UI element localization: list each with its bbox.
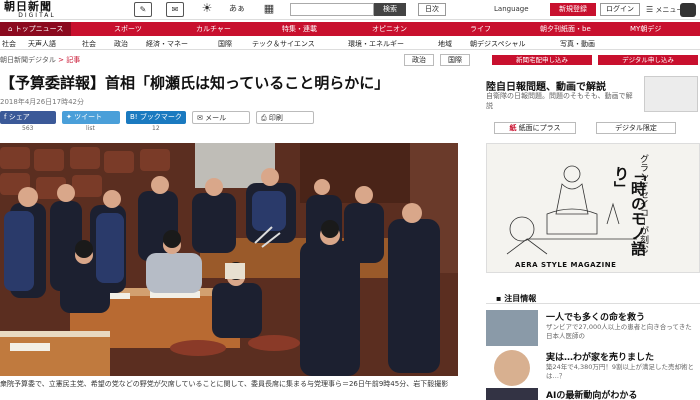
paper-mark: 紙 xyxy=(509,124,517,132)
notice-description: 築24年で4,380万円！9割以上が満足した売却術とは…？ xyxy=(546,363,695,380)
subnav-item[interactable]: 経済・マネー xyxy=(146,39,188,49)
facebook-share-button[interactable]: f シェア xyxy=(0,111,56,124)
subnav-item[interactable]: 地域 xyxy=(438,39,452,49)
primary-nav: ⌂ トップニュース スポーツ カルチャー 特集・連載 オピニオン ライフ 朝夕刊… xyxy=(0,22,700,36)
print-button[interactable]: ⎙ 印刷 xyxy=(256,111,314,124)
print-icon: ⎙ xyxy=(261,114,267,122)
site-logo[interactable]: 朝日新聞 DIGITAL xyxy=(4,1,82,19)
breadcrumb-current: 記事 xyxy=(66,56,81,64)
divider xyxy=(486,303,700,304)
nav-item-opinion[interactable]: オピニオン xyxy=(372,22,407,36)
paper-plus-label: 紙面にプラス xyxy=(518,124,561,132)
nav-label: トップニュース xyxy=(14,25,64,33)
advertisement[interactable]: グランドセイコーが刻む 「時のモノ語り」 AERA STYLE MAGAZINE xyxy=(486,143,700,273)
list-item[interactable]: 実は…わが家を売りました 築24年で4,380万円！9割以上が満足した売却術とは… xyxy=(486,350,700,390)
subnav-item[interactable]: 社会 xyxy=(2,39,16,49)
mail-share-button[interactable]: ✉ メール xyxy=(192,111,250,124)
logo-main-text: 朝日新聞 xyxy=(4,0,52,13)
subnav-item[interactable]: 朝デジスペシャル xyxy=(470,39,526,49)
breadcrumb-separator: > xyxy=(58,56,64,64)
nav-item-life[interactable]: ライフ xyxy=(470,22,491,36)
subnav-item[interactable]: 社会 xyxy=(82,39,96,49)
avatar[interactable] xyxy=(680,3,696,17)
delivery-signup-button[interactable]: 新聞宅配申し込み xyxy=(492,55,592,65)
nav-item-features[interactable]: 特集・連載 xyxy=(282,22,317,36)
breadcrumb: 朝日新聞デジタル > 記事 xyxy=(0,55,80,65)
paper-plus-button[interactable]: 紙 紙面にプラス xyxy=(494,122,576,134)
bookmark-count: 12 xyxy=(152,125,160,132)
subnav-item[interactable]: テック＆サイエンス xyxy=(252,39,315,49)
breadcrumb-site[interactable]: 朝日新聞デジタル xyxy=(0,56,56,64)
search-button[interactable]: 検索 xyxy=(374,3,406,16)
notices-heading-text: 注目情報 xyxy=(504,294,537,303)
notice-description: ザンビアで27,000人以上の患者と向き合ってきた日本人医師の xyxy=(546,323,692,340)
promo-description: 自衛隊の日報問題。問題のそもそも、動画で解説 xyxy=(486,92,633,110)
share-label: メール xyxy=(205,114,227,122)
search-input[interactable] xyxy=(290,3,374,16)
article-date: 2018年4月26日17時42分 xyxy=(0,98,84,106)
notice-thumbnail xyxy=(486,388,538,400)
bookmark-share-button[interactable]: B! ブックマーク xyxy=(126,111,186,124)
edition-button[interactable]: 日次 xyxy=(418,3,446,16)
notice-title: AIの最新動向がわかる xyxy=(546,391,638,400)
photo-illustration xyxy=(0,143,458,376)
notice-title: 実は…わが家を売りました xyxy=(546,353,655,363)
mail-icon: ✉ xyxy=(197,114,203,122)
top-bar: 朝日新聞 DIGITAL ✎ ✉ ☀ あぁ ▦ 検索 日次 Language 新… xyxy=(0,0,700,20)
subnav-item[interactable]: 写真・動画 xyxy=(560,39,595,49)
tag-politics-button[interactable]: 政治 xyxy=(404,54,434,66)
promo-thumbnail[interactable] xyxy=(644,76,698,112)
nav-item-top-news[interactable]: ⌂ トップニュース xyxy=(0,22,72,36)
digital-only-button[interactable]: デジタル限定 xyxy=(596,122,676,134)
list-item[interactable]: 一人でも多くの命を救う ザンビアで27,000人以上の患者と向き合ってきた日本人… xyxy=(486,310,700,350)
login-button[interactable]: ログイン xyxy=(600,3,640,16)
notice-thumbnail xyxy=(486,310,538,346)
note-icon[interactable]: ✎ xyxy=(134,2,152,17)
mail-icon[interactable]: ✉ xyxy=(166,2,184,17)
facebook-icon: f xyxy=(4,113,7,121)
twitter-share-button[interactable]: ✦ ツイート xyxy=(62,111,120,124)
photo-caption: 衆院予算委で、立憲民主党、希望の党などの野党が欠席していることに関して、委員長席… xyxy=(0,380,449,388)
home-icon: ⌂ xyxy=(8,25,13,33)
font-size-icon[interactable]: あぁ xyxy=(228,2,246,17)
list-item[interactable]: AIの最新動向がわかる xyxy=(486,388,700,400)
ad-brand: AERA STYLE MAGAZINE xyxy=(515,261,617,269)
share-label: シェア xyxy=(8,113,30,121)
menu-button[interactable]: ☰ メニュー xyxy=(646,5,683,15)
signup-button[interactable]: 新規登録 xyxy=(550,3,596,16)
notice-thumbnail xyxy=(494,350,530,386)
subnav-item[interactable]: 天声人語 xyxy=(28,39,56,49)
language-link[interactable]: Language xyxy=(494,5,529,13)
subnav-item[interactable]: 政治 xyxy=(114,39,128,49)
article-title: 【予算委詳報】首相「柳瀬氏は知っていること明らかに」 xyxy=(0,74,390,92)
ad-illustration xyxy=(487,144,699,272)
nav-item-sports[interactable]: スポーツ xyxy=(114,22,142,36)
share-label: 印刷 xyxy=(268,114,283,122)
article-photo[interactable] xyxy=(0,143,458,376)
subnav-item[interactable]: 国際 xyxy=(218,39,232,49)
twitter-icon: ✦ xyxy=(66,113,72,121)
share-label: ツイート xyxy=(74,113,103,121)
notice-title: 一人でも多くの命を救う xyxy=(546,313,646,323)
hamburger-icon: ☰ xyxy=(646,5,654,14)
digital-signup-button[interactable]: デジタル申し込み xyxy=(598,55,698,65)
facebook-count: 563 xyxy=(22,125,34,132)
nav-item-culture[interactable]: カルチャー xyxy=(196,22,231,36)
grid-icon[interactable]: ▦ xyxy=(260,2,278,17)
nav-item-my[interactable]: MY朝デジ xyxy=(630,22,661,36)
subnav-item[interactable]: 環境・エネルギー xyxy=(348,39,404,49)
tag-international-button[interactable]: 国際 xyxy=(440,54,470,66)
weather-icon[interactable]: ☀ xyxy=(198,2,216,17)
secondary-nav: 社会 天声人語 社会 政治 経済・マネー 国際 テック＆サイエンス 環境・エネル… xyxy=(0,37,700,50)
logo-sub-text: DIGITAL xyxy=(18,12,56,19)
twitter-count[interactable]: list xyxy=(86,125,95,132)
bullet-icon: ▪ xyxy=(496,294,502,303)
nav-item-paper[interactable]: 朝夕刊紙面・be xyxy=(540,22,591,36)
ad-headline: 「時のモノ語り」 xyxy=(612,166,647,256)
